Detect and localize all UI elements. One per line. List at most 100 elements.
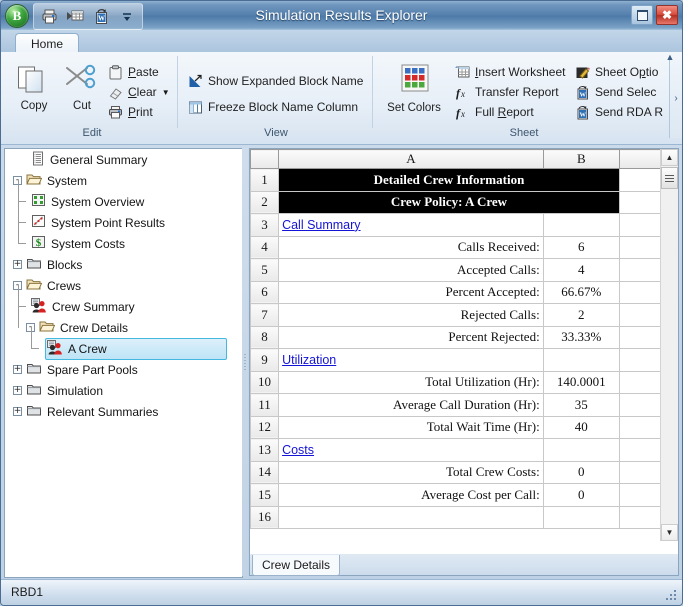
scroll-up-arrow-icon[interactable]: ▲	[661, 149, 678, 166]
row-header[interactable]: 2	[250, 190, 280, 214]
cell-b8-value[interactable]: 33.33%	[542, 325, 620, 349]
tree-item-crews[interactable]: - Crews	[5, 275, 242, 296]
cell-c13[interactable]	[618, 438, 663, 462]
tree-item-a-crew[interactable]: A Crew	[5, 327, 242, 360]
cell-c3[interactable]	[618, 213, 663, 237]
row-header[interactable]: 11	[250, 393, 280, 417]
column-header-c[interactable]	[618, 149, 663, 169]
sheet-tab-bar[interactable]: Crew Details	[249, 554, 679, 576]
cell-a9-section[interactable]: Utilization	[278, 348, 544, 372]
print-button[interactable]: Print	[107, 104, 153, 120]
expand-expander-icon[interactable]: +	[13, 407, 22, 416]
set-colors-button[interactable]: Set Colors	[380, 63, 448, 114]
row-header[interactable]: 13	[250, 438, 280, 462]
grid-vertical-scrollbar[interactable]: ▲ ▼	[660, 149, 678, 541]
cell-a8-label[interactable]: Percent Rejected:	[278, 325, 544, 349]
cell-c16[interactable]	[618, 505, 663, 529]
cell-a11-label[interactable]: Average Call Duration (Hr):	[278, 393, 544, 417]
tree-item-relevant-summaries[interactable]: + Relevant Summaries	[5, 401, 242, 422]
tree-item-spare-part-pools[interactable]: + Spare Part Pools	[5, 359, 242, 380]
cell-a16[interactable]	[278, 505, 544, 529]
restore-icon[interactable]	[631, 5, 653, 25]
tree-item-simulation[interactable]: + Simulation	[5, 380, 242, 401]
cell-c4[interactable]	[618, 235, 663, 259]
cell-b11-value[interactable]: 35	[542, 393, 620, 417]
panel-splitter[interactable]	[242, 148, 248, 576]
full-report-button[interactable]: f x Full Report	[454, 104, 534, 120]
cell-b5-value[interactable]: 4	[542, 258, 620, 282]
row-header[interactable]: 12	[250, 415, 280, 439]
spreadsheet-grid[interactable]: A B 1 Detailed Crew Information 2 Crew P…	[250, 149, 663, 529]
row-header[interactable]: 5	[250, 258, 280, 282]
insert-worksheet-button[interactable]: Insert Worksheet	[454, 64, 566, 80]
tree-item-system-point-results[interactable]: System Point Results	[5, 201, 242, 233]
chevron-down-icon[interactable]: ▼	[162, 88, 170, 97]
sheet-tab-crew-details[interactable]: Crew Details	[252, 555, 341, 576]
cell-b12-value[interactable]: 40	[542, 415, 620, 439]
row-header[interactable]: 10	[250, 370, 280, 394]
cell-c1[interactable]	[618, 168, 663, 192]
cell-c11[interactable]	[618, 393, 663, 417]
column-header-a[interactable]: A	[278, 149, 544, 169]
cell-a4-label[interactable]: Calls Received:	[278, 235, 544, 259]
cell-b4-value[interactable]: 6	[542, 235, 620, 259]
expand-expander-icon[interactable]: +	[13, 260, 22, 269]
cell-a5-label[interactable]: Accepted Calls:	[278, 258, 544, 282]
cell-a15-label[interactable]: Average Cost per Call:	[278, 483, 544, 507]
row-header[interactable]: 3	[250, 213, 280, 237]
cell-c14[interactable]	[618, 460, 663, 484]
copy-button[interactable]: Copy	[11, 63, 57, 112]
call-summary-link[interactable]: Call Summary	[282, 218, 361, 232]
tree-item-blocks[interactable]: + Blocks	[5, 254, 242, 275]
grid-corner[interactable]	[250, 149, 280, 169]
cell-b15-value[interactable]: 0	[542, 483, 620, 507]
tree-item-system-costs[interactable]: $ System Costs	[5, 222, 242, 254]
row-header[interactable]: 15	[250, 483, 280, 507]
cell-a12-label[interactable]: Total Wait Time (Hr):	[278, 415, 544, 439]
paste-button[interactable]: Paste	[107, 64, 159, 80]
expand-expander-icon[interactable]: +	[13, 365, 22, 374]
cut-button[interactable]: Cut	[59, 63, 105, 112]
row-header[interactable]: 14	[250, 460, 280, 484]
cell-b7-value[interactable]: 2	[542, 303, 620, 327]
row-header[interactable]: 7	[250, 303, 280, 327]
cell-a10-label[interactable]: Total Utilization (Hr):	[278, 370, 544, 394]
cell-a7-label[interactable]: Rejected Calls:	[278, 303, 544, 327]
show-expanded-block-name-button[interactable]: Show Expanded Block Name	[187, 73, 363, 89]
cell-c9[interactable]	[618, 348, 663, 372]
tree-item-general-summary[interactable]: General Summary	[5, 149, 242, 170]
row-header[interactable]: 16	[250, 505, 280, 529]
cell-a13-section[interactable]: Costs	[278, 438, 544, 462]
tree-item-crew-summary[interactable]: Crew Summary	[5, 285, 242, 317]
cell-c15[interactable]	[618, 483, 663, 507]
column-header-b[interactable]: B	[542, 149, 620, 169]
row-header[interactable]: 9	[250, 348, 280, 372]
tree-item-system[interactable]: - System	[5, 170, 242, 191]
cell-b3[interactable]	[542, 213, 620, 237]
resize-grip-icon[interactable]	[666, 590, 678, 602]
send-selected-button[interactable]: W Send Selec	[574, 84, 656, 100]
cell-a14-label[interactable]: Total Crew Costs:	[278, 460, 544, 484]
row-header[interactable]: 6	[250, 280, 280, 304]
cell-a3-section[interactable]: Call Summary	[278, 213, 544, 237]
send-rda-report-button[interactable]: W Send RDA R	[574, 104, 663, 120]
utilization-link[interactable]: Utilization	[282, 353, 336, 367]
cell-c6[interactable]	[618, 280, 663, 304]
sheet-options-button[interactable]: Sheet Optio	[574, 64, 658, 80]
freeze-block-name-column-button[interactable]: Freeze Block Name Column	[187, 99, 358, 115]
cell-c8[interactable]	[618, 325, 663, 349]
cell-c7[interactable]	[618, 303, 663, 327]
cell-c2[interactable]	[618, 190, 663, 214]
expand-expander-icon[interactable]: +	[13, 386, 22, 395]
cell-c5[interactable]	[618, 258, 663, 282]
cell-b6-value[interactable]: 66.67%	[542, 280, 620, 304]
cell-a2-title[interactable]: Crew Policy: A Crew	[278, 190, 620, 214]
cell-a6-label[interactable]: Percent Accepted:	[278, 280, 544, 304]
cell-b9[interactable]	[542, 348, 620, 372]
scroll-down-arrow-icon[interactable]: ▼	[661, 524, 678, 541]
cell-b13[interactable]	[542, 438, 620, 462]
costs-link[interactable]: Costs	[282, 443, 314, 457]
cell-c12[interactable]	[618, 415, 663, 439]
cell-c10[interactable]	[618, 370, 663, 394]
cell-b10-value[interactable]: 140.0001	[542, 370, 620, 394]
